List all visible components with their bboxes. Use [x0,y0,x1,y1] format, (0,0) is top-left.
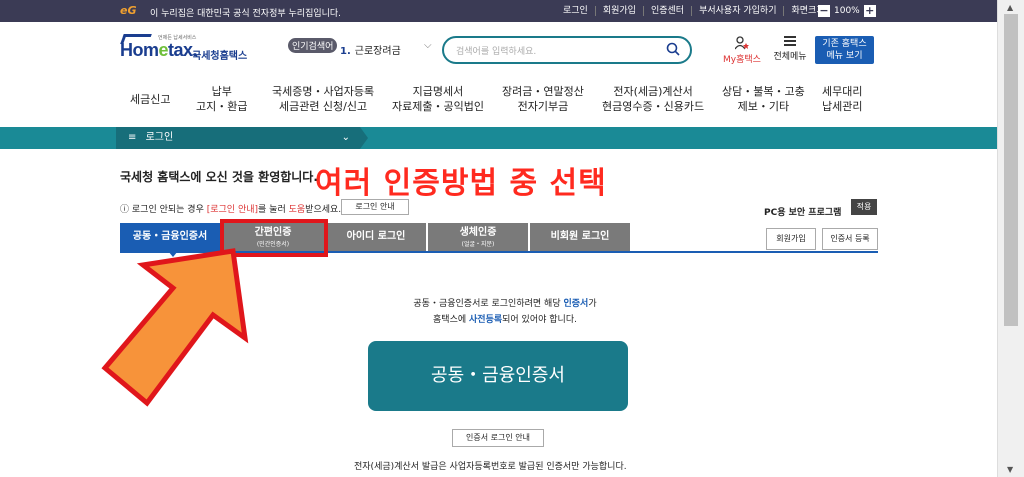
login-guide-button[interactable]: 로그인 안내 [341,199,409,215]
gnb-payment[interactable]: 납부 고지・환급 [196,84,247,114]
logo-wordmark: Hometax. [120,40,198,60]
breadcrumb-bar: ≡ 로그인 ⌄ [0,127,997,149]
logo-korean-name: 국세청홈택스 [192,51,248,62]
pointer-arrow-icon [101,248,249,407]
gnb-incentive[interactable]: 장려금・연말정산 전자기부금 [502,84,584,114]
top-link-login[interactable]: 로그인 [556,6,595,16]
scroll-down-icon[interactable]: ▼ [1007,465,1013,474]
gnb-tax-agent[interactable]: 세무대리 납세관리 [822,84,862,114]
cert-register-button[interactable]: 인증서 등록 [822,228,878,250]
breadcrumb-label: 로그인 [145,132,174,143]
top-link-dept-user[interactable]: 부서사용자 가입하기 [691,6,783,16]
joint-financial-cert-login-button[interactable]: 공동・금융인증서 [368,341,628,411]
gnb-payment-statement[interactable]: 지급명세서 자료제출・공익법인 [392,84,484,114]
pc-security-label: PC용 보안 프로그램 [764,208,842,218]
login-guide-link[interactable]: [로그인 안내] [207,205,258,215]
vertical-scrollbar[interactable]: ▲ ▼ [997,0,1024,477]
old-hometax-menu-button[interactable]: 기존 홈택스 메뉴 보기 [815,36,874,64]
chevron-down-icon[interactable]: ⌵ [424,40,432,51]
search-icon[interactable] [666,42,680,56]
top-link-cert-center[interactable]: 인증센터 [642,6,691,16]
hometax-logo[interactable]: 언제든 납세서비스 Hometax. 국세청홈택스 [120,34,250,64]
gnb-certificate[interactable]: 국세증명・사업자등록 세금관련 신청/신고 [272,84,374,114]
tab-biometric[interactable]: 생체인증 (얼굴・지문) [428,223,529,251]
gnb-e-invoice[interactable]: 전자(세금)계산서 현금영수증・신용카드 [602,84,704,114]
zoom-control: − 100% + [818,5,876,17]
info-icon: ⓘ [120,205,130,215]
overlay-title: 여러 인증방법 중 선택 [315,166,607,201]
tab-id-login[interactable]: 아이디 로그인 [326,223,427,251]
cert-login-guide-button[interactable]: 인증서 로그인 안내 [452,429,544,447]
zoom-out-button[interactable]: − [818,5,830,17]
zoom-in-button[interactable]: + [863,5,876,17]
tab-guest-login[interactable]: 비회원 로그인 [530,223,631,251]
search-input[interactable]: 검색어를 입력하세요. [456,44,536,57]
gnb-consultation[interactable]: 상담・불복・고충 제보・기타 [722,84,805,114]
popular-keyword-badge: 인기검색어 [288,38,338,53]
hamburger-icon [784,36,796,46]
scroll-up-icon[interactable]: ▲ [1007,3,1013,12]
popular-keyword[interactable]: 1. 근로장려금 [340,42,401,57]
welcome-text: 국세청 홈택스에 오신 것을 환영합니다. [120,170,318,184]
gov-top-bar: eG 이 누리집은 대한민국 공식 전자정부 누리집입니다. 로그인 회원가입 … [0,0,997,22]
top-links: 로그인 회원가입 인증센터 부서사용자 가입하기 화면크기 [556,6,832,16]
zoom-value: 100% [834,6,860,16]
gnb-tax-report[interactable]: 세금신고 [130,92,170,107]
e-invoice-footnote: 전자(세금)계산서 발급은 사업자등록번호로 발급된 인증서만 가능합니다. [354,462,627,472]
breadcrumb[interactable]: ≡ 로그인 ⌄ [116,127,360,149]
scroll-thumb[interactable] [1004,14,1018,326]
egov-logo: eG [120,4,137,17]
pc-security-apply-button[interactable]: 적용 [851,199,877,215]
login-help-text: ⓘ 로그인 안되는 경우 [로그인 안내]를 눌러 도움받으세요. [120,205,342,215]
user-star-icon [735,36,749,50]
cert-description: 공동・금융인증서로 로그인하려면 해당 인증서가 홈택스에 사전등록되어 있어야… [413,299,597,325]
search-box[interactable]: 검색어를 입력하세요. [442,36,692,64]
breadcrumb-arrow [360,127,368,149]
top-link-join[interactable]: 회원가입 [594,6,643,16]
join-button[interactable]: 회원가입 [766,228,816,250]
all-menu-button[interactable]: 전체메뉴 [770,36,810,62]
chevron-down-icon: ⌄ [341,132,350,143]
gov-notice: 이 누리집은 대한민국 공식 전자정부 누리집입니다. [150,9,342,19]
my-hometax-link[interactable]: My홈택스 [722,36,762,65]
menu-icon: ≡ [128,132,137,143]
